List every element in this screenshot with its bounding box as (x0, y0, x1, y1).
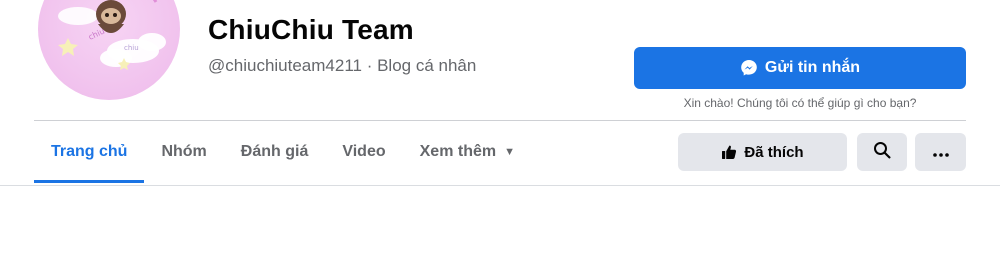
more-options-button[interactable] (915, 133, 966, 171)
tab-video[interactable]: Video (325, 121, 402, 183)
search-button[interactable] (857, 133, 907, 171)
tab-reviews[interactable]: Đánh giá (224, 121, 326, 183)
caret-down-icon: ▼ (504, 146, 515, 158)
tab-reviews-label: Đánh giá (240, 143, 309, 160)
liked-label: Đã thích (744, 143, 804, 161)
tab-groups[interactable]: Nhóm (144, 121, 223, 183)
profile-avatar[interactable]: chiu chiu (38, 0, 180, 100)
messenger-icon (740, 59, 758, 77)
send-message-label: Gửi tin nhắn (764, 59, 861, 76)
tab-video-label: Video (342, 143, 386, 160)
tab-more-label: Xem thêm (419, 143, 497, 160)
search-icon (873, 141, 891, 163)
tab-more[interactable]: Xem thêm ▼ (403, 121, 532, 183)
thumbs-up-icon (721, 144, 737, 160)
liked-button[interactable]: Đã thích (678, 133, 847, 171)
tab-home[interactable]: Trang chủ (34, 121, 145, 183)
tab-home-label: Trang chủ (51, 143, 128, 160)
page-header: chiu chiu ChiuChiu Team @chiuchiuteam421… (0, 0, 1000, 186)
page-handle-category: @chiuchiuteam4211 · Blog cá nhân (208, 56, 477, 75)
more-icon (932, 144, 949, 161)
svg-text:chiu: chiu (87, 27, 106, 42)
tab-groups-label: Nhóm (161, 143, 207, 160)
page-title: ChiuChiu Team (208, 14, 414, 45)
message-greeting: Xin chào! Chúng tôi có thể giúp gì cho b… (683, 96, 917, 110)
send-message-button[interactable]: Gửi tin nhắn (634, 47, 966, 89)
svg-text:chiu: chiu (124, 44, 139, 52)
page-tabs: Trang chủ Nhóm Đánh giá Video Xem thêm ▼ (34, 121, 532, 183)
content-area (0, 186, 1000, 280)
avatar-illustration: chiu chiu (58, 0, 166, 70)
